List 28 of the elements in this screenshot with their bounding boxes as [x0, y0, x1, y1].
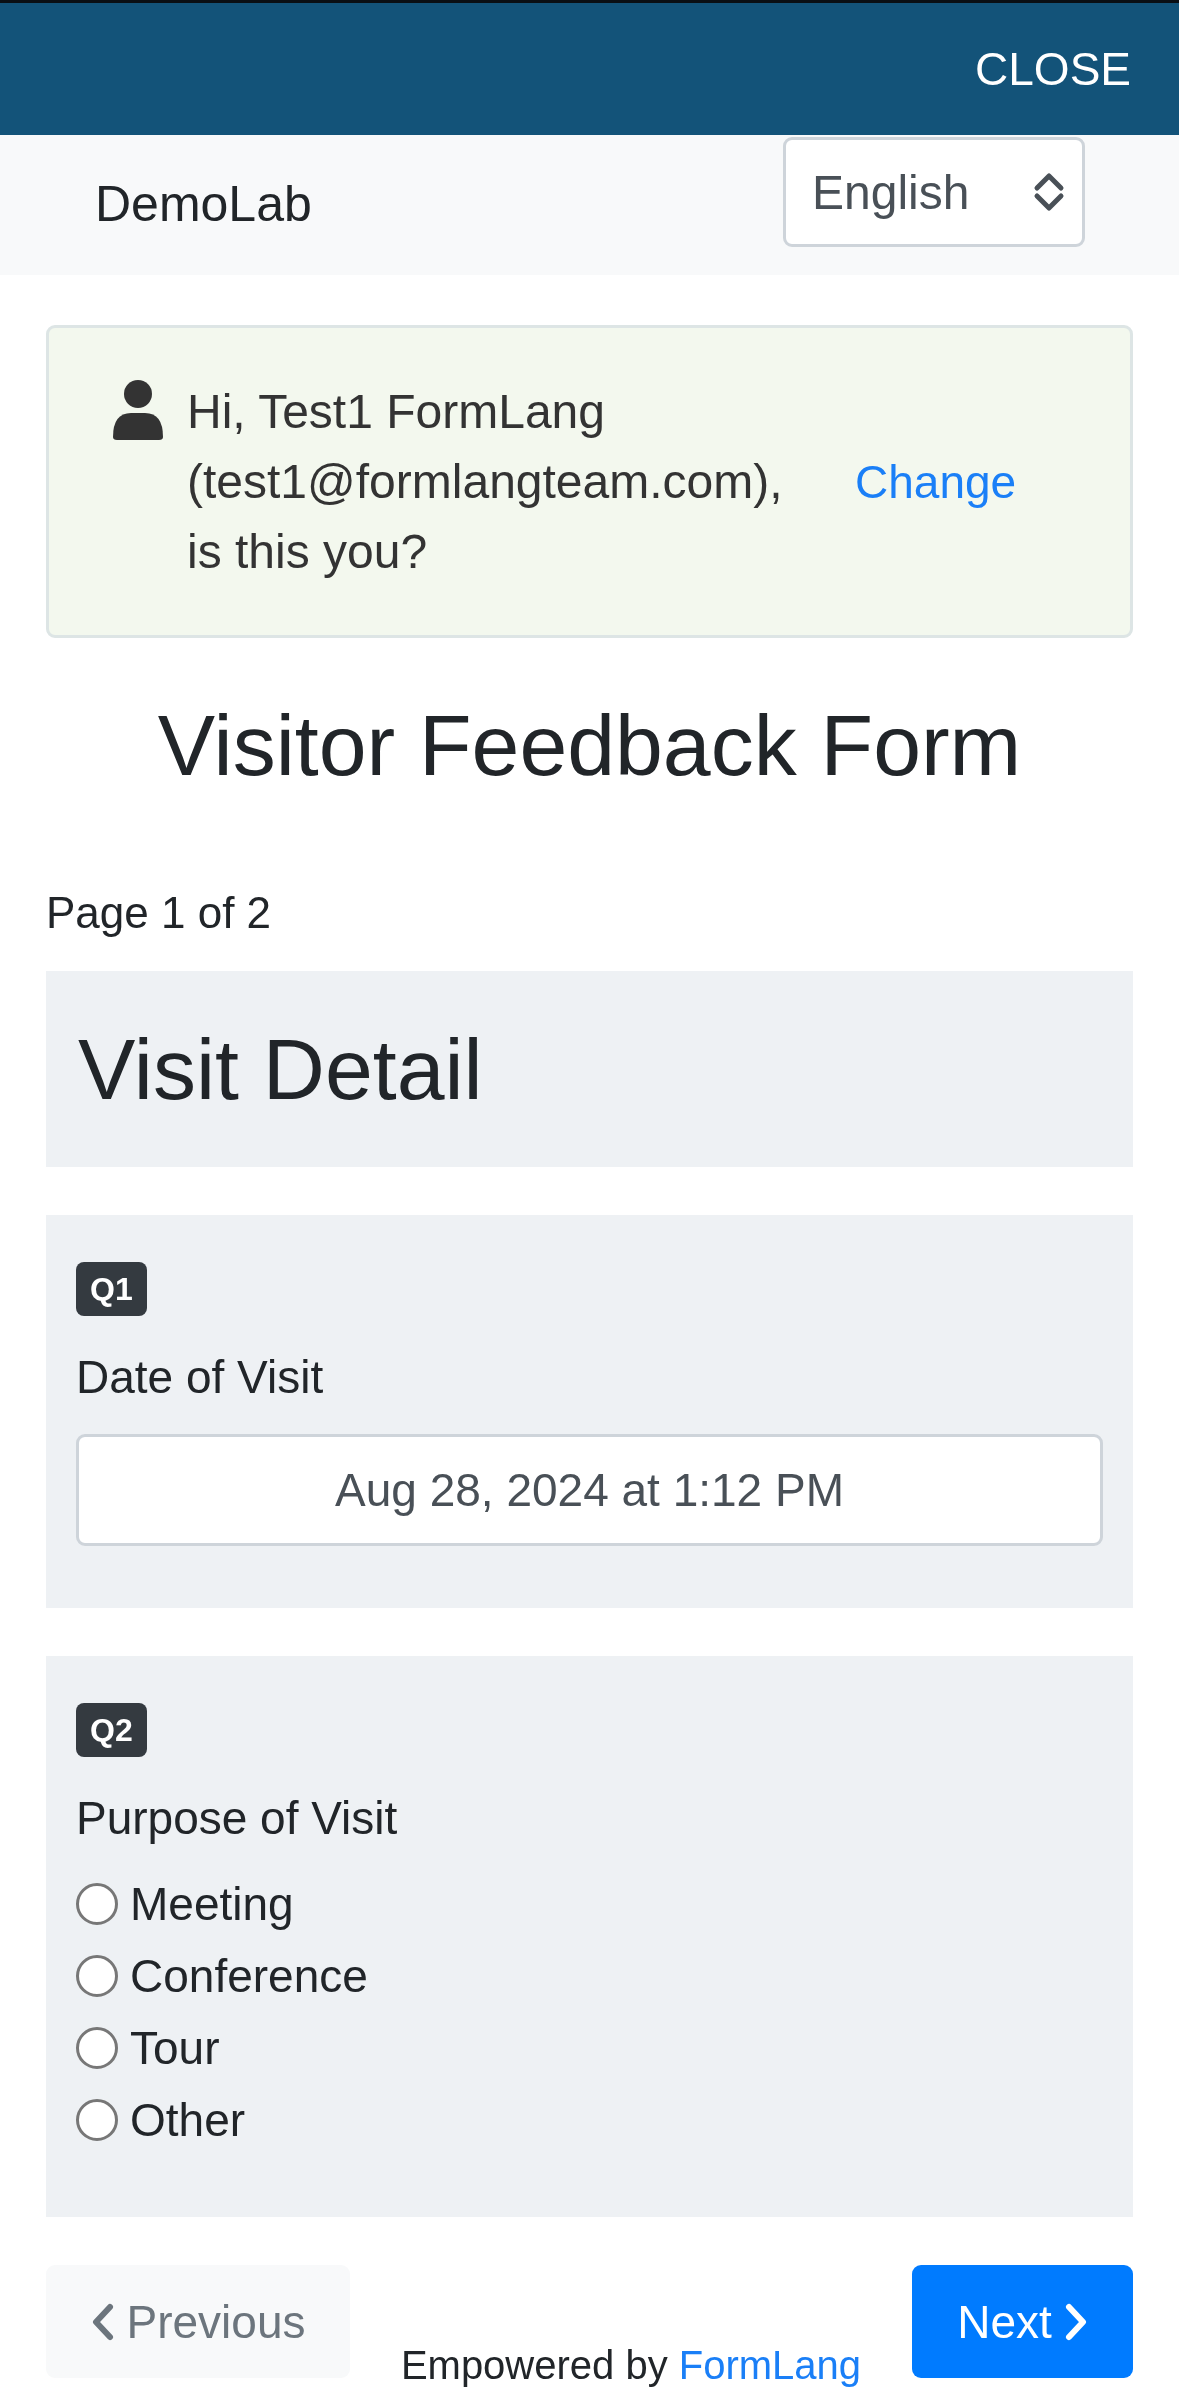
close-button[interactable]: CLOSE [975, 42, 1131, 96]
user-icon [111, 378, 165, 441]
question-label: Purpose of Visit [76, 1791, 399, 1845]
question-number: Q1 [76, 1262, 147, 1316]
chevron-updown-icon [1032, 170, 1066, 214]
chevron-left-icon [90, 2301, 115, 2342]
change-link[interactable]: Change [855, 454, 1017, 509]
footer-text: Empowered by [400, 2343, 669, 2387]
next-button[interactable]: Next [912, 2265, 1133, 2378]
form-title: Visitor Feedback Form [156, 696, 1023, 795]
radio-button[interactable] [76, 1955, 118, 1997]
option-label: Conference [130, 1949, 368, 2003]
radio-button[interactable] [76, 2027, 118, 2069]
question-number: Q2 [76, 1703, 147, 1757]
option-label: Tour [130, 2021, 220, 2075]
formlang-link[interactable]: FormLang [678, 2343, 862, 2387]
chevron-right-icon [1063, 2301, 1088, 2342]
brand-name: DemoLab [95, 175, 312, 233]
radio-button[interactable] [76, 2099, 118, 2141]
option-label: Meeting [130, 1877, 294, 1931]
date-time-field[interactable]: Aug 28, 2024 at 1:12 PM [76, 1434, 1103, 1546]
page-indicator: Page 1 of 2 [46, 888, 272, 937]
question-label: Date of Visit [76, 1350, 325, 1404]
greeting-text: Hi, Test1 FormLang (test1@formlangteam.com), is this you? [187, 383, 784, 580]
language-select[interactable]: English [783, 137, 1085, 247]
radio-button[interactable] [76, 1883, 118, 1925]
option-label: Other [130, 2093, 246, 2147]
section-heading: Visit Detail [78, 1019, 483, 1119]
